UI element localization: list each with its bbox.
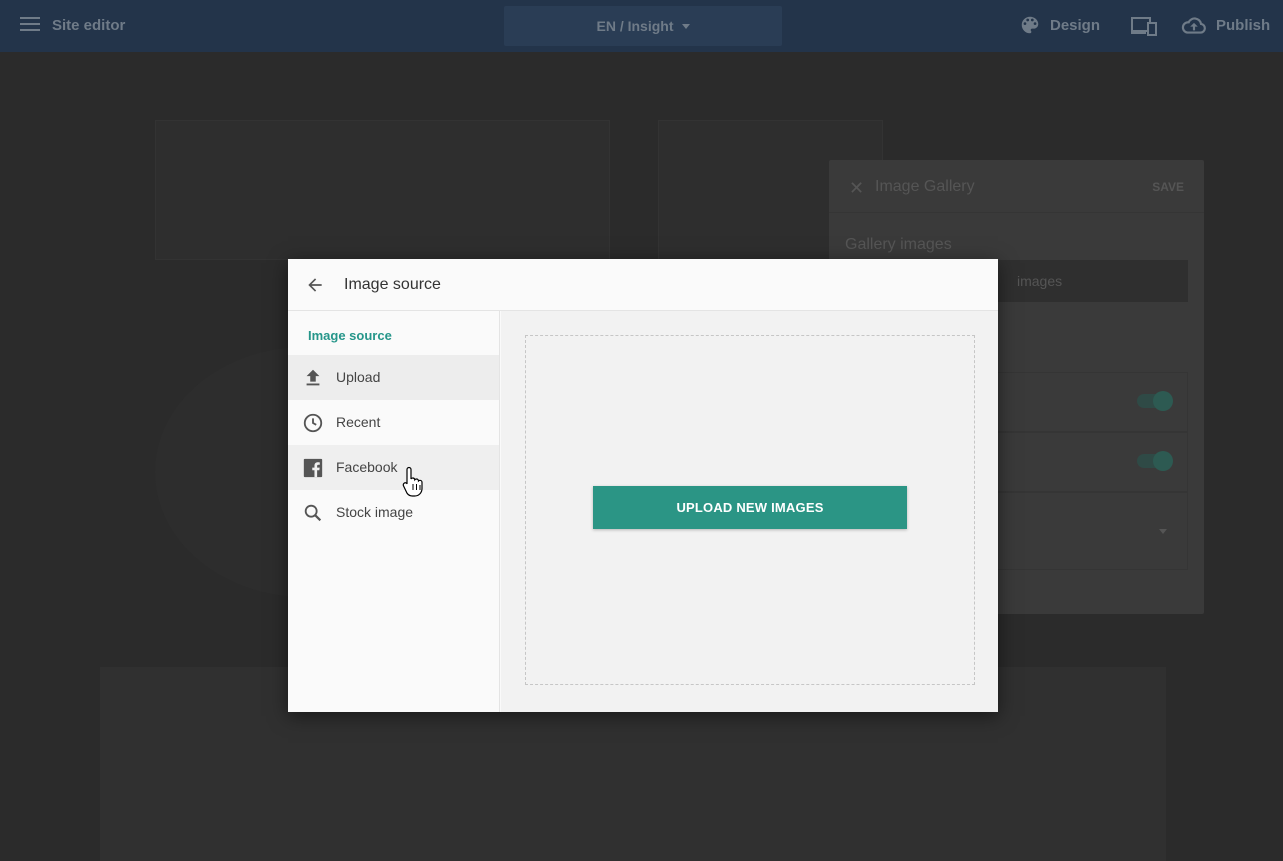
close-icon[interactable]: ✕: [849, 178, 864, 199]
image-source-nav: Image source Upload Recent Facebook Stoc…: [288, 311, 500, 712]
hamburger-menu-icon[interactable]: [20, 17, 40, 35]
nav-item-upload[interactable]: Upload: [288, 355, 499, 400]
clock-icon: [302, 412, 324, 434]
toggle-switch[interactable]: [1137, 451, 1173, 471]
devices-preview-icon[interactable]: [1131, 15, 1157, 42]
gallery-images-label: Gallery images: [845, 236, 952, 253]
caret-down-icon: [1159, 529, 1167, 534]
image-source-dialog: Image source Image source Upload Recent …: [288, 259, 998, 712]
nav-item-label: Upload: [336, 369, 381, 385]
upload-content-area: UPLOAD NEW IMAGES: [501, 311, 998, 712]
back-arrow-icon[interactable]: [305, 275, 325, 295]
cloud-upload-icon: [1181, 17, 1206, 34]
background-image-block: [155, 120, 610, 260]
publish-button[interactable]: Publish: [1181, 14, 1270, 36]
nav-item-label: Facebook: [336, 459, 398, 475]
language-selector[interactable]: EN / Insight: [504, 6, 782, 46]
dialog-header: Image source: [288, 259, 998, 311]
hand-pointer-cursor-icon: [402, 465, 426, 502]
panel-title: Image Gallery: [875, 178, 975, 195]
palette-icon: [1021, 16, 1039, 34]
panel-header: ✕ Image Gallery SAVE: [829, 160, 1204, 213]
search-icon: [302, 502, 324, 524]
save-button[interactable]: SAVE: [1152, 180, 1184, 194]
language-selector-label: EN / Insight: [596, 18, 674, 34]
image-dropzone[interactable]: UPLOAD NEW IMAGES: [525, 335, 975, 685]
nav-item-label: Recent: [336, 414, 381, 430]
top-bar: Site editor EN / Insight Design Publish: [0, 0, 1283, 52]
design-label: Design: [1050, 16, 1101, 34]
upload-icon: [302, 367, 324, 389]
nav-heading: Image source: [308, 328, 392, 343]
nav-item-recent[interactable]: Recent: [288, 400, 499, 445]
facebook-icon: [302, 457, 324, 479]
toggle-switch[interactable]: [1137, 391, 1173, 411]
upload-new-images-button[interactable]: UPLOAD NEW IMAGES: [593, 486, 907, 529]
nav-item-label: Stock image: [336, 504, 414, 520]
site-editor-title: Site editor: [52, 17, 126, 34]
nav-item-stock-image[interactable]: Stock image: [288, 490, 499, 535]
caret-down-icon: [681, 23, 690, 29]
design-button[interactable]: Design: [1019, 14, 1100, 36]
dialog-title: Image source: [344, 276, 441, 293]
nav-item-facebook[interactable]: Facebook: [288, 445, 499, 490]
publish-label: Publish: [1216, 16, 1271, 34]
